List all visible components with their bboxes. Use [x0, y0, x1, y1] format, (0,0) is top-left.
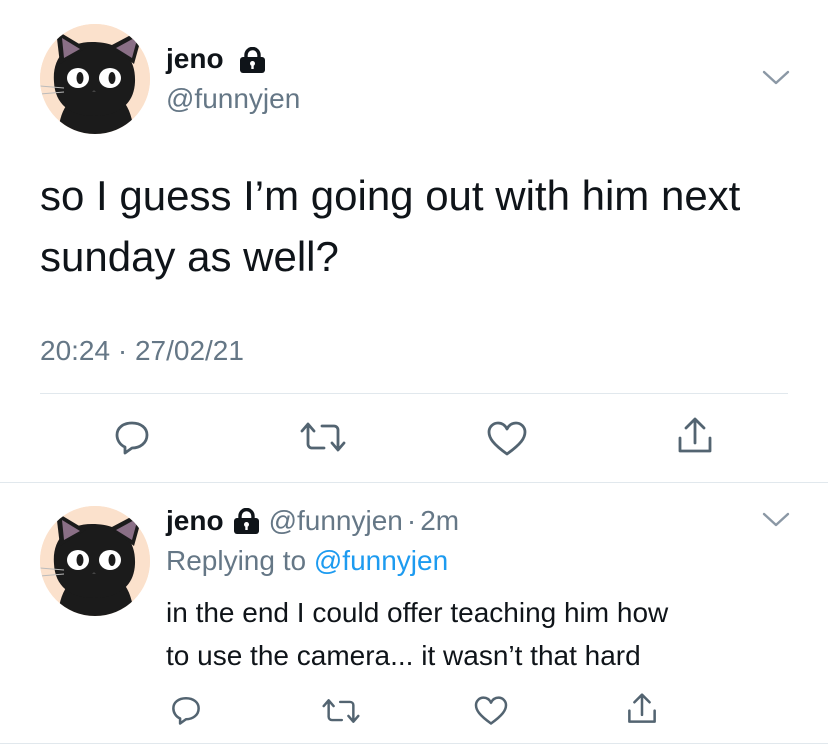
reply-display-name[interactable]: jeno: [166, 504, 224, 538]
replying-to-label: Replying to: [166, 545, 307, 576]
bottom-divider: [0, 743, 828, 744]
lock-icon: [238, 47, 267, 74]
timestamp[interactable]: 20:24 · 27/02/21: [40, 334, 244, 368]
reply-handle[interactable]: @funnyjen: [269, 504, 403, 538]
like-icon[interactable]: [487, 421, 527, 457]
retweet-icon[interactable]: [322, 697, 360, 725]
display-name[interactable]: jeno: [166, 42, 224, 76]
section-divider: [0, 482, 828, 483]
chevron-down-icon[interactable]: [761, 510, 791, 530]
reply-icon[interactable]: [170, 694, 202, 726]
like-icon[interactable]: [474, 696, 508, 726]
reply-text-line-1: in the end I could offer teaching him ho…: [166, 597, 669, 628]
tweet-text-line-1: so I guess I’m going out with him next: [40, 172, 741, 219]
reply-avatar[interactable]: [40, 506, 150, 616]
lock-icon: [232, 507, 261, 535]
reply-icon[interactable]: [113, 418, 151, 456]
replying-to: Replying to @funnyjen: [166, 544, 448, 578]
share-icon[interactable]: [676, 416, 714, 456]
retweet-icon[interactable]: [300, 420, 346, 454]
chevron-down-icon[interactable]: [761, 68, 791, 88]
replying-to-handle-link[interactable]: @funnyjen: [314, 545, 448, 576]
avatar[interactable]: [40, 24, 150, 134]
black-cat-avatar-icon: [40, 24, 150, 134]
divider: [40, 393, 788, 394]
reply-text-line-2: to use the camera... it wasn’t that hard: [166, 640, 641, 671]
tweet-text-line-2: sunday as well?: [40, 233, 339, 280]
reply-time[interactable]: 2m: [420, 504, 459, 538]
separator-dot: ·: [406, 505, 417, 536]
black-cat-avatar-icon: [40, 506, 150, 616]
reply-header: jeno @funnyjen · 2m: [166, 504, 459, 538]
share-icon[interactable]: [626, 692, 658, 726]
handle[interactable]: @funnyjen: [166, 82, 300, 116]
